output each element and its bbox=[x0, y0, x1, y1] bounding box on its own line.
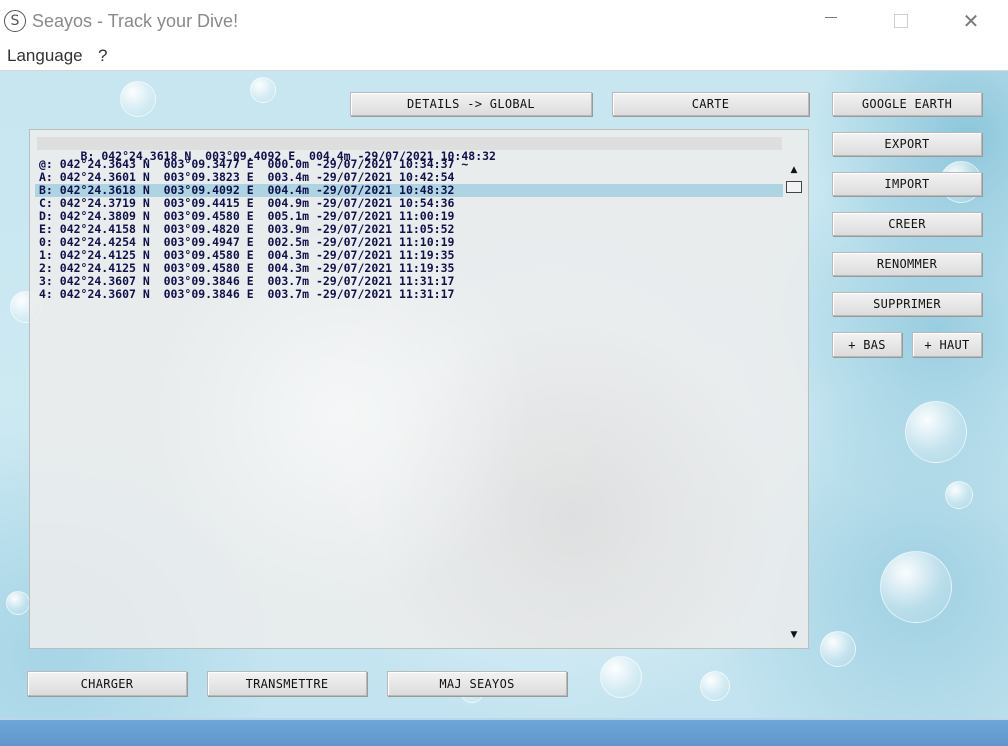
import-button[interactable]: IMPORT bbox=[832, 172, 982, 196]
seayos-logo-icon: S bbox=[4, 10, 26, 32]
menu-bar: Language ? bbox=[0, 42, 1008, 71]
bubble-decoration bbox=[905, 401, 967, 463]
carte-button[interactable]: CARTE bbox=[612, 92, 809, 116]
renommer-button[interactable]: RENOMMER bbox=[832, 252, 982, 276]
bubble-decoration bbox=[880, 551, 952, 623]
close-button[interactable]: ✕ bbox=[948, 0, 994, 42]
bubble-decoration bbox=[120, 81, 156, 117]
maj-seayos-button[interactable]: MAJ SEAYOS bbox=[387, 671, 567, 696]
current-point-field: B: 042°24.3618 N 003°09.4092 E 004.4m -2… bbox=[37, 137, 782, 163]
maximize-icon bbox=[894, 14, 908, 28]
minimize-button[interactable] bbox=[808, 0, 854, 42]
supprimer-button[interactable]: SUPPRIMER bbox=[832, 292, 982, 316]
bubble-decoration bbox=[250, 77, 276, 103]
scroll-down-icon[interactable]: ▼ bbox=[786, 628, 802, 642]
status-bar bbox=[0, 718, 1008, 746]
details-global-button[interactable]: DETAILS -> GLOBAL bbox=[350, 92, 592, 116]
move-up-button[interactable]: + HAUT bbox=[912, 332, 982, 357]
charger-button[interactable]: CHARGER bbox=[27, 671, 187, 696]
list-item[interactable]: 4: 042°24.3607 N 003°09.3846 E 003.7m -2… bbox=[35, 288, 783, 301]
google-earth-button[interactable]: GOOGLE EARTH bbox=[832, 92, 982, 116]
bubble-decoration bbox=[600, 656, 642, 698]
bubble-decoration bbox=[820, 631, 856, 667]
move-down-button[interactable]: + BAS bbox=[832, 332, 902, 357]
scroll-up-icon[interactable]: ▲ bbox=[786, 163, 802, 177]
window-title: Seayos - Track your Dive! bbox=[32, 11, 239, 31]
menu-help[interactable]: ? bbox=[98, 46, 107, 66]
dive-points-panel: B: 042°24.3618 N 003°09.4092 E 004.4m -2… bbox=[29, 129, 809, 649]
maximize-button[interactable] bbox=[878, 0, 924, 42]
bubble-decoration bbox=[700, 671, 730, 701]
main-area: DETAILS -> GLOBAL CARTE GOOGLE EARTH EXP… bbox=[0, 71, 1008, 718]
bubble-decoration bbox=[945, 481, 973, 509]
points-list[interactable]: @: 042°24.3643 N 003°09.3477 E 000.0m -2… bbox=[35, 158, 783, 642]
close-icon: ✕ bbox=[962, 9, 980, 33]
minimize-icon bbox=[825, 16, 837, 18]
transmettre-button[interactable]: TRANSMETTRE bbox=[207, 671, 367, 696]
menu-language[interactable]: Language bbox=[7, 46, 83, 66]
creer-button[interactable]: CREER bbox=[832, 212, 982, 236]
title-bar: S Seayos - Track your Dive! ✕ bbox=[0, 0, 1008, 42]
scrollbar-thumb[interactable] bbox=[786, 181, 802, 193]
bubble-decoration bbox=[6, 591, 30, 615]
export-button[interactable]: EXPORT bbox=[832, 132, 982, 156]
